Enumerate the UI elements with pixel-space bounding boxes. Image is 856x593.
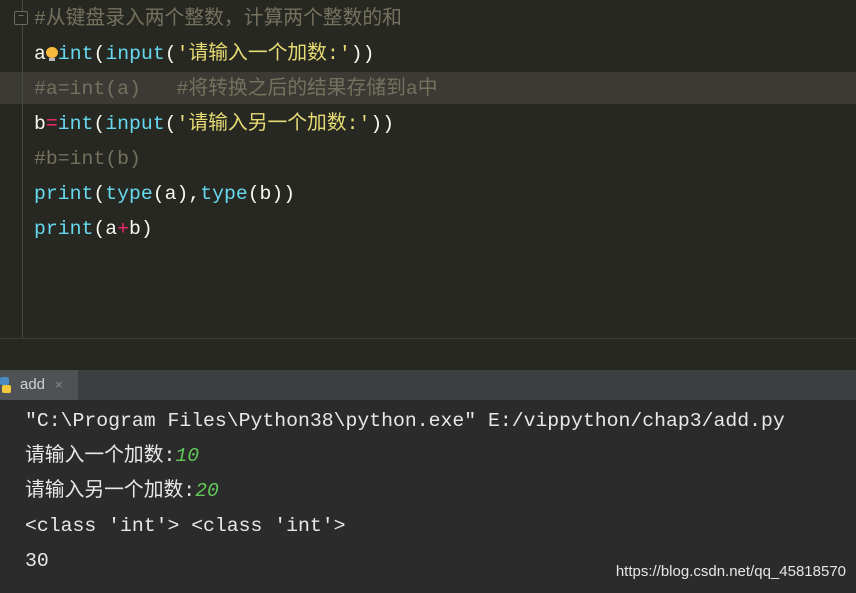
builtin: int [57,113,94,135]
user-input: 20 [195,480,219,502]
code-line-2[interactable]: a int(input('请输入一个加数:')) [34,38,374,70]
string: '请输入另一个加数:' [176,113,371,135]
console-line: <class 'int'> <class 'int'> [25,515,346,537]
paren: ( [93,43,106,65]
comment: #b=int(b) [34,148,141,170]
comment: #将转换之后的结果存储到a中 [140,78,438,100]
console-line: 请输入一个加数:10 [25,440,199,472]
run-tab-add[interactable]: add × [0,370,78,400]
builtin: type [200,183,248,205]
tab-label: add [20,376,46,393]
args: b) [128,218,153,240]
code-line-7[interactable]: print(a+b) [34,213,153,245]
paren: ( [164,43,177,65]
args: ( [93,183,106,205]
console-line: 30 [25,550,49,572]
variable: b [34,113,46,135]
console-line: "C:\Program Files\Python38\python.exe" E… [25,410,785,432]
args: (a [93,218,118,240]
panel-divider[interactable] [0,338,856,339]
code-line-6[interactable]: print(type(a),type(b)) [34,178,295,210]
builtin: print [34,183,94,205]
paren: ( [93,113,106,135]
comment: #a=int(a) [34,78,141,100]
builtin: input [105,43,165,65]
code-line-4[interactable]: b=int(input('请输入另一个加数:')) [34,108,394,140]
gutter-divider [22,0,23,338]
string: '请输入一个加数:' [176,43,351,65]
user-input: 10 [175,445,200,467]
paren: )) [350,43,375,65]
builtin: type [105,183,153,205]
variable: a [34,43,46,65]
args: (a), [152,183,201,205]
code-editor[interactable]: − #从键盘录入两个整数，计算两个整数的和 a int(input('请输入一个加… [0,0,856,338]
code-line-3[interactable]: #a=int(a) #将转换之后的结果存储到a中 [34,73,438,105]
python-icon [0,377,11,393]
close-icon[interactable]: × [55,370,63,400]
comment: #从键盘录入两个整数，计算两个整数的和 [34,8,402,30]
builtin: int [57,43,94,65]
prompt-text: 请输入一个加数: [25,445,176,467]
lightbulb-icon[interactable] [45,46,58,61]
builtin: print [34,218,94,240]
paren: ( [164,113,177,135]
operator: + [117,218,129,240]
watermark: https://blog.csdn.net/qq_45818570 [615,563,846,580]
operator: = [45,113,58,135]
prompt-text: 请输入另一个加数: [25,480,196,502]
run-tab-bar: add × [0,370,856,400]
builtin: input [105,113,165,135]
code-line-5[interactable]: #b=int(b) [34,143,141,175]
code-line-1[interactable]: #从键盘录入两个整数，计算两个整数的和 [34,3,402,35]
console-line: 请输入另一个加数:20 [25,475,219,507]
minus-fold-icon[interactable]: − [14,11,28,25]
args: (b)) [247,183,296,205]
paren: )) [370,113,395,135]
